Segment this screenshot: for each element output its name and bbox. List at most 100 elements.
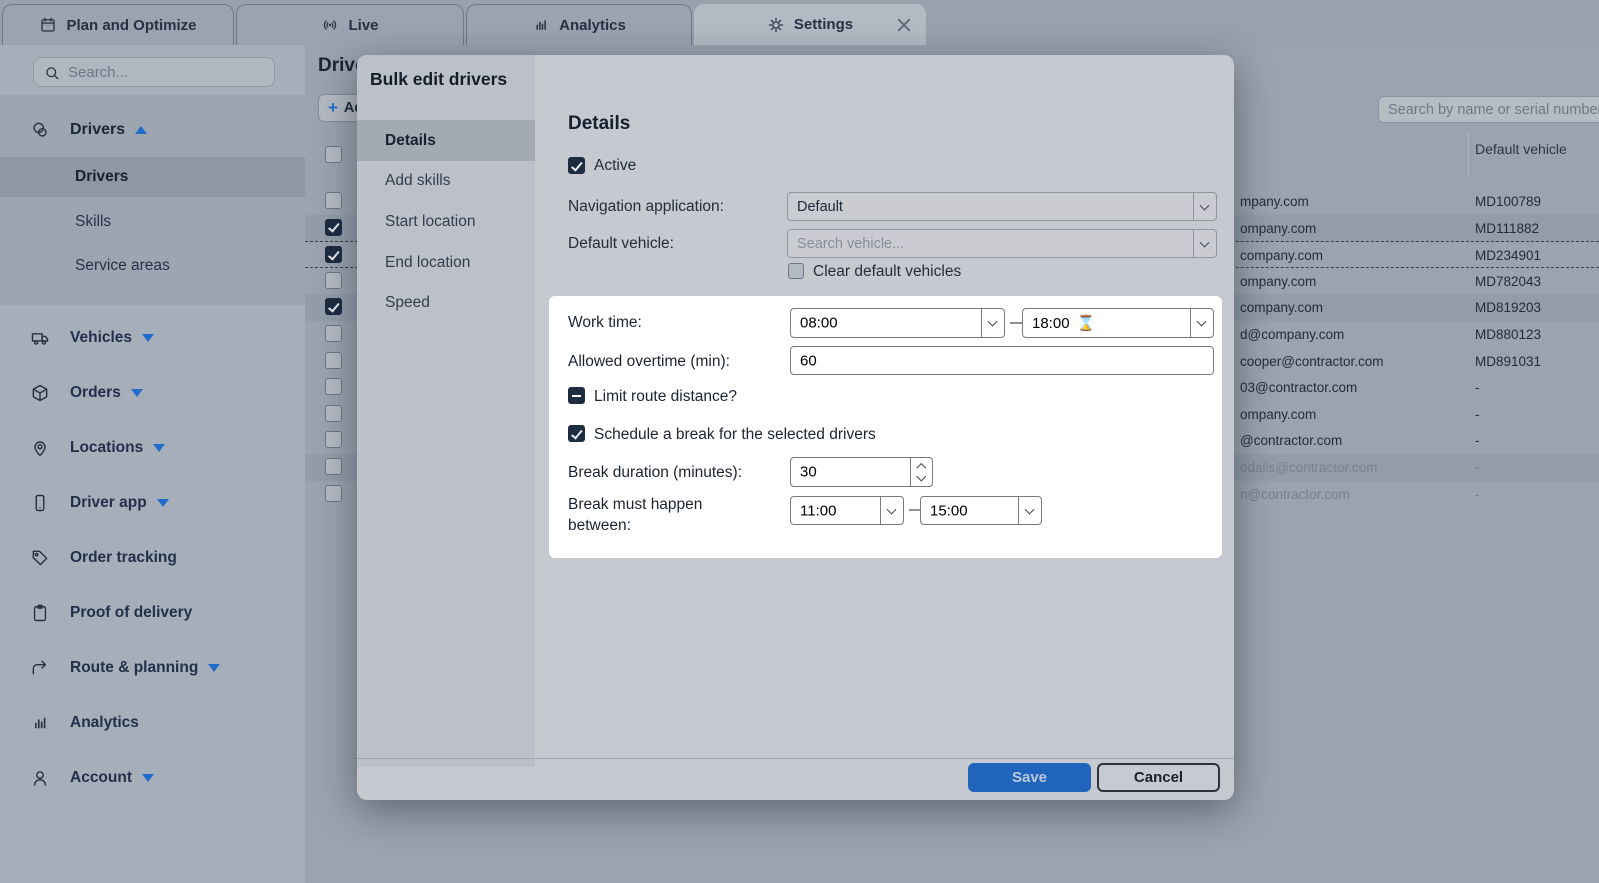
sidebar-search-input[interactable]: [68, 58, 268, 86]
tab-analytics[interactable]: Analytics: [466, 4, 692, 45]
column-header-default-vehicle: Default vehicle: [1475, 141, 1567, 157]
select-all-checkbox[interactable]: [325, 146, 342, 163]
navigation-application-label: Navigation application:: [568, 198, 724, 216]
row-checkbox[interactable]: [325, 192, 342, 209]
sidebar-item-label: Orders: [70, 384, 121, 402]
allowed-overtime-input[interactable]: 60: [790, 346, 1214, 375]
row-checkbox[interactable]: [325, 219, 342, 236]
row-checkbox[interactable]: [325, 272, 342, 289]
break-between-label: Break must happen between:: [568, 494, 738, 536]
tab-settings[interactable]: Settings: [694, 4, 926, 45]
default-vehicle-select[interactable]: Search vehicle...: [787, 229, 1217, 258]
number-stepper[interactable]: [910, 458, 932, 486]
tab-plan-and-optimize[interactable]: Plan and Optimize: [2, 4, 234, 45]
row-email: ompany.com: [1240, 215, 1316, 242]
tab-live[interactable]: Live: [236, 4, 464, 45]
live-icon: [321, 16, 339, 34]
row-email: ompany.com: [1240, 268, 1316, 295]
phone-icon: [30, 493, 50, 513]
bulk-edit-drivers-modal: DetailsAdd skillsStart locationEnd locat…: [357, 55, 1234, 800]
sidebar-item-label: Route & planning: [70, 659, 198, 677]
table-search-input[interactable]: [1378, 96, 1599, 123]
sidebar-item-label: Vehicles: [70, 329, 132, 347]
details-heading: Details: [568, 113, 630, 135]
limit-route-distance-label: Limit route distance?: [594, 388, 737, 406]
row-default-vehicle: -: [1475, 427, 1480, 454]
break-duration-input[interactable]: 30: [790, 457, 933, 487]
sidebar-item-route-planning[interactable]: Route & planning: [0, 651, 305, 685]
allowed-overtime-label: Allowed overtime (min):: [568, 353, 730, 371]
chevron-down-icon: [1190, 309, 1213, 337]
clear-default-vehicles-label: Clear default vehicles: [813, 263, 961, 281]
sidebar-item-driver-app[interactable]: Driver app: [0, 486, 305, 520]
modal-tab-speed[interactable]: Speed: [357, 283, 535, 324]
calendar-icon: [39, 16, 57, 34]
active-checkbox[interactable]: [568, 157, 585, 174]
work-end-select[interactable]: 18:00⌛: [1022, 308, 1214, 338]
sidebar-item-label: Drivers: [75, 168, 128, 186]
row-email: d@company.com: [1240, 321, 1344, 348]
modal-tab-add-skills[interactable]: Add skills: [357, 161, 535, 202]
row-checkbox[interactable]: [325, 405, 342, 422]
row-email: odalis@contractor.com: [1240, 454, 1378, 481]
pin-icon: [30, 438, 50, 458]
cancel-button[interactable]: Cancel: [1097, 763, 1220, 792]
chevron-down-icon: [1018, 497, 1041, 524]
close-icon[interactable]: [895, 16, 913, 34]
break-start-select[interactable]: 11:00: [790, 496, 904, 525]
sidebar-item-service-areas[interactable]: Service areas: [0, 249, 305, 283]
row-checkbox[interactable]: [325, 458, 342, 475]
row-checkbox[interactable]: [325, 298, 342, 315]
row-email: ompany.com: [1240, 401, 1316, 428]
tab-label: Live: [348, 17, 378, 34]
row-checkbox[interactable]: [325, 485, 342, 502]
schedule-break-checkbox[interactable]: [568, 425, 585, 442]
clear-default-vehicles-checkbox[interactable]: [788, 263, 804, 279]
work-start-select[interactable]: 08:00: [790, 308, 1005, 338]
analytics-icon: [30, 713, 50, 733]
row-checkbox[interactable]: [325, 325, 342, 342]
modal-tab-end-location[interactable]: End location: [357, 242, 535, 283]
row-default-vehicle: MD891031: [1475, 348, 1541, 375]
sidebar-item-proof-of-delivery[interactable]: Proof of delivery: [0, 596, 305, 630]
row-checkbox[interactable]: [325, 378, 342, 395]
clipboard-icon: [30, 603, 50, 623]
row-checkbox[interactable]: [325, 431, 342, 448]
chevron-down-icon: [142, 774, 154, 782]
sidebar-item-drivers[interactable]: Drivers: [0, 113, 305, 147]
sidebar-item-label: Skills: [75, 213, 111, 231]
row-default-vehicle: -: [1475, 401, 1480, 428]
sidebar-search[interactable]: [33, 57, 275, 87]
row-checkbox[interactable]: [325, 352, 342, 369]
sidebar-item-analytics[interactable]: Analytics: [0, 706, 305, 740]
break-end-select[interactable]: 15:00: [920, 496, 1042, 525]
sidebar-item-vehicles[interactable]: Vehicles: [0, 321, 305, 355]
modal-tab-details[interactable]: Details: [357, 120, 535, 161]
limit-route-distance-checkbox[interactable]: [568, 387, 585, 404]
row-email: company.com: [1240, 294, 1323, 321]
sidebar-item-skills[interactable]: Skills: [0, 205, 305, 239]
plus-icon: +: [328, 98, 338, 118]
sidebar-item-account[interactable]: Account: [0, 761, 305, 795]
sidebar-item-label: Analytics: [70, 714, 139, 732]
sidebar-item-label: Account: [70, 769, 132, 787]
box-icon: [30, 383, 50, 403]
row-default-vehicle: -: [1475, 454, 1480, 481]
route-icon: [30, 658, 50, 678]
tab-label: Analytics: [559, 17, 626, 34]
sidebar-item-locations[interactable]: Locations: [0, 431, 305, 465]
modal-tab-start-location[interactable]: Start location: [357, 201, 535, 242]
chevron-down-icon: [981, 309, 1004, 337]
row-checkbox[interactable]: [325, 246, 342, 263]
break-duration-label: Break duration (minutes):: [568, 464, 742, 482]
row-default-vehicle: MD111882: [1475, 215, 1539, 242]
navigation-application-select[interactable]: Default: [787, 192, 1217, 221]
row-email: @contractor.com: [1240, 427, 1342, 454]
chevron-down-icon: [157, 499, 169, 507]
sidebar-item-drivers[interactable]: Drivers: [0, 157, 305, 197]
sidebar-item-orders[interactable]: Orders: [0, 376, 305, 410]
save-button[interactable]: Save: [968, 763, 1091, 792]
row-email: cooper@contractor.com: [1240, 348, 1384, 375]
sidebar-item-order-tracking[interactable]: Order tracking: [0, 541, 305, 575]
sidebar-item-label: Proof of delivery: [70, 604, 192, 622]
